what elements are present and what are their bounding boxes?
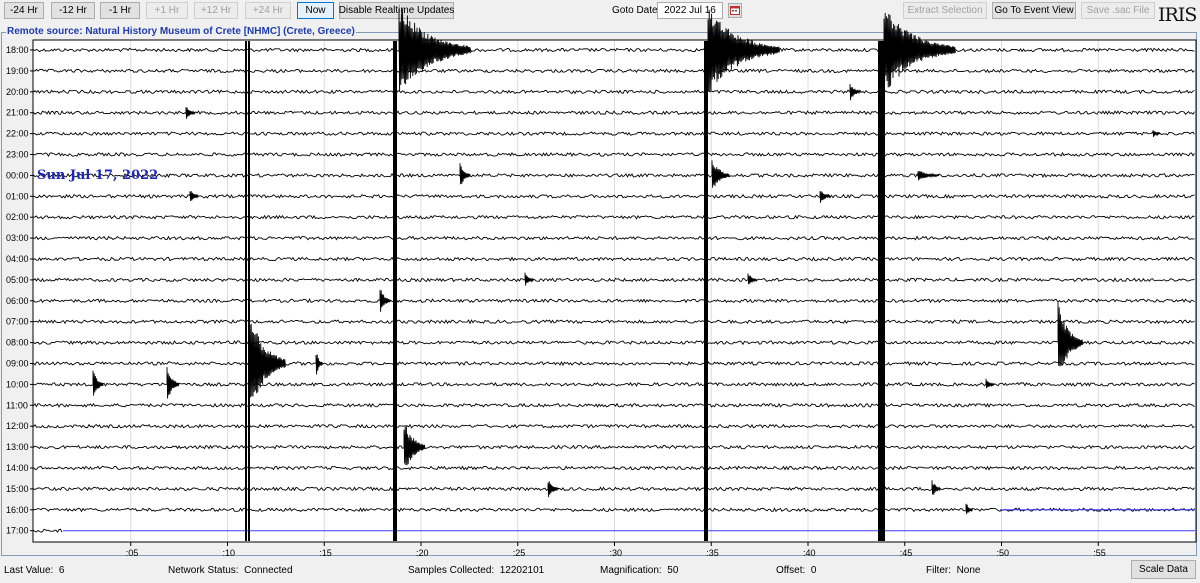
hour-label: 09:00 (6, 359, 29, 369)
minute-label: :50 (997, 548, 1010, 558)
hour-label: 22:00 (6, 129, 29, 139)
saturated-band (245, 41, 247, 541)
minute-label: :35 (706, 548, 719, 558)
minute-label: :20 (416, 548, 429, 558)
hour-label: 02:00 (6, 212, 29, 222)
hour-label: 13:00 (6, 442, 29, 452)
hour-label: 16:00 (6, 505, 29, 515)
minute-label: :15 (319, 548, 332, 558)
minute-label: :25 (513, 548, 526, 558)
offset-value: 0 (810, 565, 817, 576)
helicorder-plot[interactable]: 18:00 19:00 20:00 21:00 22:00 23:00 00:00 01:00… (0, 0, 1200, 560)
samples-status: Samples Collected: 12202101 (408, 565, 544, 576)
last-value-status: Last Value: 6 (4, 565, 64, 576)
offset-label: Offset: (776, 565, 806, 576)
minute-label: :55 (1093, 548, 1106, 558)
magnification-status: Magnification: 50 (600, 565, 678, 576)
magnification-value: 50 (667, 565, 679, 576)
hour-label: 15:00 (6, 484, 29, 494)
filter-status: Filter: None (926, 565, 980, 576)
hour-axis: 18:00 19:00 20:00 21:00 22:00 23:00 00:00 01:00… (6, 45, 34, 536)
hour-label: 21:00 (6, 108, 29, 118)
offset-status: Offset: 0 (776, 565, 816, 576)
hour-label: 17:00 (6, 526, 29, 536)
filter-label: Filter: (926, 565, 951, 576)
last-value: 6 (58, 565, 65, 576)
hour-label: 04:00 (6, 254, 29, 264)
hour-label: 00:00 (6, 170, 29, 180)
samples-value: 12202101 (499, 565, 545, 576)
last-value-label: Last Value: (4, 565, 54, 576)
hour-label: 12:00 (6, 421, 29, 431)
minute-label: :10 (223, 548, 236, 558)
hour-label: 01:00 (6, 191, 29, 201)
network-status-value: Connected (244, 565, 293, 576)
hour-label: 23:00 (6, 150, 29, 160)
scale-data-button[interactable]: Scale Data (1131, 560, 1196, 579)
hour-label: 11:00 (6, 400, 28, 410)
date-annotation: Sun Jul 17, 2022 (37, 168, 159, 183)
hour-label: 03:00 (6, 233, 29, 243)
saturated-band (393, 41, 397, 541)
minute-label: :05 (126, 548, 139, 558)
hour-label: 05:00 (6, 275, 29, 285)
hour-label: 14:00 (6, 463, 29, 473)
hour-label: 18:00 (6, 45, 29, 55)
network-status-label: Network Status: (168, 565, 239, 576)
network-status: Network Status: Connected (168, 565, 293, 576)
hour-label: 06:00 (6, 296, 29, 306)
hour-label: 20:00 (6, 87, 29, 97)
samples-label: Samples Collected: (408, 565, 495, 576)
minute-label: :45 (900, 548, 913, 558)
minute-axis: :05 :10 :15 :20 :25 :30 :35 :40 :45 :50 :55 (126, 542, 1106, 558)
hour-label: 19:00 (6, 66, 29, 76)
magnification-label: Magnification: (600, 565, 662, 576)
minute-label: :30 (610, 548, 623, 558)
minute-label: :40 (803, 548, 816, 558)
hour-label: 10:00 (6, 379, 29, 389)
saturated-band (704, 41, 708, 541)
hour-label: 07:00 (6, 317, 29, 327)
hour-label: 08:00 (6, 338, 29, 348)
filter-value: None (956, 565, 981, 576)
saturated-band (248, 41, 250, 541)
saturated-band (878, 41, 885, 541)
